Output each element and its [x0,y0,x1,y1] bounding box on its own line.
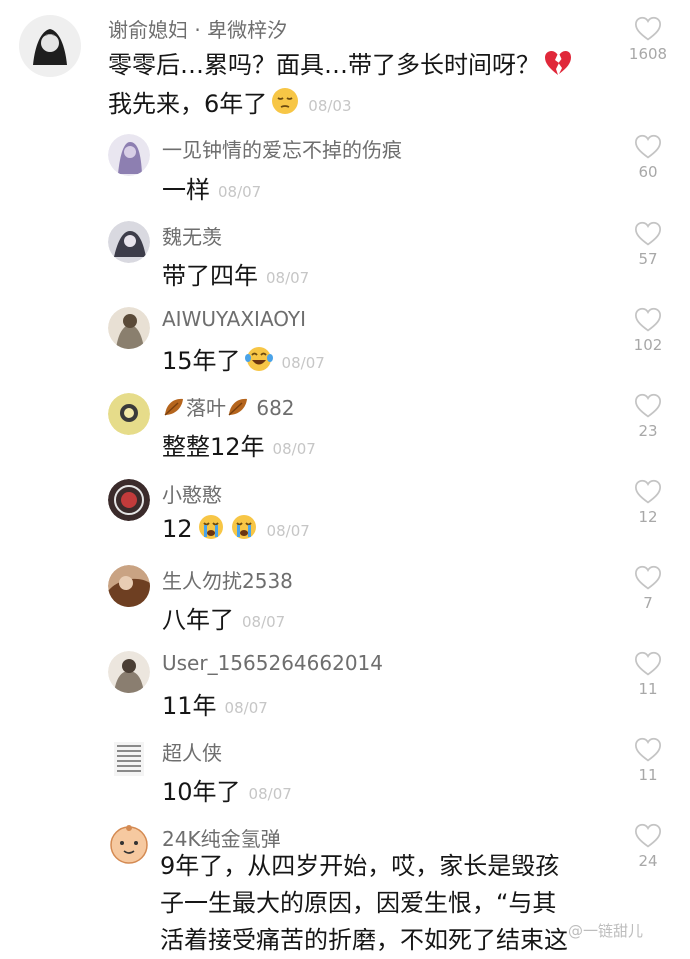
comment-text: 9年了，从四岁开始，哎，家长是毁孩 子一生最大的原因，因爱生恨，“与其 活着接受… [160,848,630,959]
crying-emoji [196,513,226,547]
heart-outline-icon [634,479,662,505]
like-count: 1608 [628,45,668,63]
avatar[interactable] [108,134,150,176]
avatar[interactable] [108,221,150,263]
heart-outline-icon [634,221,662,247]
comment-username[interactable]: 落叶 682 [162,392,295,423]
comment-text: 带了四年 08/07 [162,256,309,291]
comment-body: 12 [162,515,193,543]
comment-text-line: 零零后…累吗？面具…带了多长时间呀？ [108,51,540,79]
like-button[interactable]: 7 [618,565,678,612]
comment-username[interactable]: 小憨憨 [162,479,222,508]
comment-body: 11年 [162,692,217,720]
tears-of-joy-emoji [244,345,274,379]
heart-outline-icon [634,16,662,42]
heart-outline-icon [634,134,662,160]
like-count: 12 [638,508,658,526]
comment-date: 08/07 [248,785,292,803]
comment-text: 零零后…累吗？面具…带了多长时间呀？ [108,45,573,83]
comment-username[interactable]: 魏无羡 [162,221,222,250]
like-count: 102 [633,336,663,354]
like-button[interactable]: 60 [618,134,678,181]
like-button[interactable]: 11 [618,737,678,784]
avatar[interactable] [108,651,150,693]
comment-date: 08/07 [281,354,325,372]
pensive-emoji [270,86,300,122]
avatar[interactable] [108,393,150,435]
watermark: @一链甜儿 [568,922,644,940]
comment-date: 08/07 [242,613,286,631]
comment-username[interactable]: 一见钟情的爱忘不掉的伤痕 [162,134,402,163]
avatar[interactable] [19,15,81,77]
like-count: 23 [638,422,658,440]
comment-username[interactable]: AIWUYAXIAOYI [162,307,306,331]
comment-text: 15年了 08/07 [162,341,325,379]
comment-body: 15年了 [162,347,241,375]
comment-text: 12 08/07 [162,513,310,547]
broken-heart-emoji [543,49,573,83]
comment-body: 整整12年 [162,433,265,461]
like-count: 57 [638,250,658,268]
like-button[interactable]: 11 [618,651,678,698]
avatar[interactable] [108,479,150,521]
like-count: 7 [643,594,653,612]
like-button[interactable]: 102 [618,307,678,354]
comment-date: 08/07 [224,699,268,717]
username-text: 落叶 [186,396,226,420]
like-button[interactable]: 24 [618,823,678,870]
like-count: 24 [638,852,658,870]
comment-body: 带了四年 [162,262,258,290]
username-suffix: 682 [256,396,295,420]
avatar[interactable] [108,823,150,865]
crying-emoji [229,513,259,547]
comment-text-line: 我先来，6年了 [108,90,268,118]
like-button[interactable]: 1608 [618,16,678,63]
heart-outline-icon [634,307,662,333]
comment-text: 八年了 08/07 [162,600,285,635]
comment-text: 一样 08/07 [162,170,261,205]
like-button[interactable]: 57 [618,221,678,268]
avatar[interactable] [108,307,150,349]
heart-outline-icon [634,737,662,763]
like-button[interactable]: 23 [618,393,678,440]
comment-date: 08/03 [308,97,352,115]
like-count: 11 [638,766,658,784]
avatar[interactable] [108,738,150,780]
comment-username[interactable]: 生人勿扰2538 [162,565,293,594]
comment-body: 一样 [162,176,210,204]
comment-text-line-2: 我先来，6年了 08/03 [108,84,352,122]
heart-outline-icon [634,565,662,591]
comment-text: 11年 08/07 [162,686,268,721]
heart-outline-icon [634,393,662,419]
comment-text: 整整12年 08/07 [162,427,316,462]
comment-username[interactable]: User_1565264662014 [162,651,383,675]
comment-username[interactable]: 谢俞媳妇 · 卑微梓汐 [108,14,287,43]
comment-text-line: 活着接受痛苦的折磨，不如死了结束这 [160,926,568,954]
heart-outline-icon [634,651,662,677]
like-count: 60 [638,163,658,181]
comment-date: 08/07 [272,440,316,458]
comment-username[interactable]: 超人侠 [162,737,222,766]
comment-date: 08/07 [266,522,310,540]
comment-text-line: 9年了，从四岁开始，哎，家长是毁孩 [160,852,560,880]
comment-body: 10年了 [162,778,241,806]
like-button[interactable]: 12 [618,479,678,526]
comment-text: 10年了 08/07 [162,772,292,807]
comment-text-line: 子一生最大的原因，因爱生恨，“与其 [160,889,557,917]
comment-date: 08/07 [266,269,310,287]
heart-outline-icon [634,823,662,849]
like-count: 11 [638,680,658,698]
comment-date: 08/07 [218,183,262,201]
fallen-leaf-icon [162,396,186,423]
fallen-leaf-icon [226,396,250,423]
avatar[interactable] [108,565,150,607]
comment-body: 八年了 [162,606,234,634]
